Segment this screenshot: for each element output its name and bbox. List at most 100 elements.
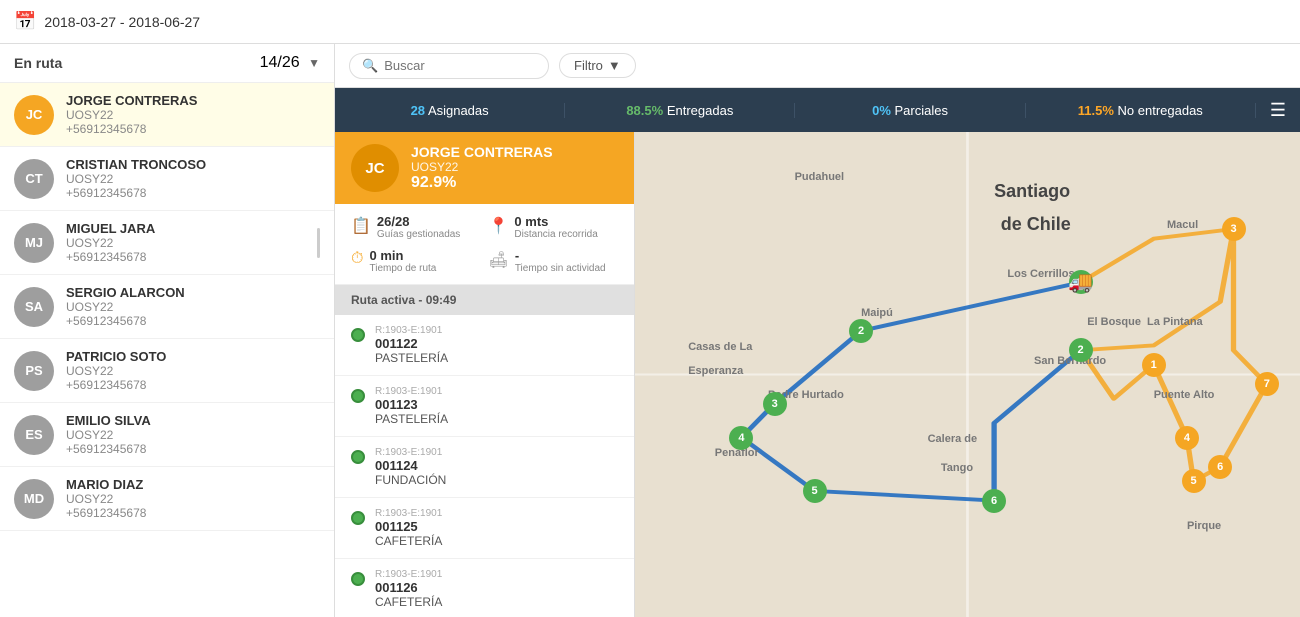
driver-code: UOSY22 [66,172,206,186]
map-marker-green[interactable]: 3 [763,392,787,416]
route-item[interactable]: R:1903-E:1901 001123 PASTELERÍA [335,376,634,437]
driver-list: JC JORGE CONTRERAS UOSY22 +56912345678 C… [0,83,334,617]
distance-value: 0 mts [514,214,597,229]
route-item[interactable]: R:1903-E:1901 001124 FUNDACIÓN [335,437,634,498]
guides-value: 26/28 [377,214,460,229]
detail-panel: JC JORGE CONTRERAS UOSY22 92.9% 📋 26/28 … [335,132,635,617]
map-marker-green[interactable]: 5 [803,479,827,503]
idle-label: Tiempo sin actividad [515,263,606,274]
time-icon: ⏱ [351,250,363,268]
map-marker-orange[interactable]: 6 [1208,455,1232,479]
driver-item[interactable]: CT CRISTIAN TRONCOSO UOSY22 +56912345678 [0,147,334,211]
avatar: SA [14,287,54,327]
driver-phone: +56912345678 [66,314,185,328]
idle-icon: 🛋 [489,250,509,270]
driver-name: EMILIO SILVA [66,413,151,428]
search-input-wrap[interactable]: 🔍 [349,53,549,79]
map-marker-orange[interactable]: 5 [1182,469,1206,493]
driver-item[interactable]: JC JORGE CONTRERAS UOSY22 +56912345678 [0,83,334,147]
route-num: 001124 [375,458,446,473]
menu-icon[interactable]: ☰ [1256,100,1300,121]
route-ref: R:1903-E:1901 [375,447,446,458]
driver-phone: +56912345678 [66,186,206,200]
search-icon: 🔍 [362,58,378,74]
filter-chevron-icon: ▼ [608,58,621,73]
stat-not-delivered: 11.5% No entregadas [1026,103,1256,118]
route-num: 001125 [375,519,442,534]
sidebar-title: En ruta [14,55,62,71]
driver-item[interactable]: SA SERGIO ALARCON UOSY22 +56912345678 [0,275,334,339]
driver-phone: +56912345678 [66,506,146,520]
chevron-down-icon[interactable]: ▼ [308,56,320,70]
date-range: 2018-03-27 - 2018-06-27 [44,14,200,30]
detail-driver-name: JORGE CONTRERAS [411,144,553,160]
route-list: R:1903-E:1901 001122 PASTELERÍA R:1903-E… [335,315,634,617]
detail-header: JC JORGE CONTRERAS UOSY22 92.9% [335,132,634,204]
map-marker-orange[interactable]: 7 [1255,372,1279,396]
stats-bar: 28 Asignadas 88.5% Entregadas 0% Parcial… [335,88,1300,132]
guides-icon: 📋 [351,216,371,236]
route-item[interactable]: R:1903-E:1901 001122 PASTELERÍA [335,315,634,376]
detail-avatar: JC [351,144,399,192]
detail-stats: 📋 26/28 Guías gestionadas 📍 0 mts Distan… [335,204,634,285]
route-header: Ruta activa - 09:49 [335,285,634,315]
route-type: PASTELERÍA [375,412,448,426]
map-marker-orange[interactable]: 3 [1222,217,1246,241]
search-input[interactable] [384,58,524,73]
driver-phone: +56912345678 [66,442,151,456]
right-panel: 🔍 Filtro ▼ 28 Asignadas 88.5% Entregadas… [335,44,1300,617]
detail-info: JORGE CONTRERAS UOSY22 92.9% [411,144,553,192]
route-item[interactable]: R:1903-E:1901 001125 CAFETERÍA [335,498,634,559]
map-marker-orange[interactable]: 4 [1175,426,1199,450]
time-value: 0 min [369,248,436,263]
route-num: 001126 [375,580,442,595]
avatar: ES [14,415,54,455]
stat-time: ⏱ 0 min Tiempo de ruta [351,248,481,274]
driver-phone: +56912345678 [66,122,197,136]
driver-phone: +56912345678 [66,378,166,392]
route-item[interactable]: R:1903-E:1901 001126 CAFETERÍA [335,559,634,617]
driver-item[interactable]: MD MARIO DIAZ UOSY22 +56912345678 [0,467,334,531]
map-marker-green[interactable]: 2 [849,319,873,343]
driver-code: UOSY22 [66,364,166,378]
map-marker-green[interactable]: 6 [982,489,1006,513]
route-type: PASTELERÍA [375,351,448,365]
filter-label: Filtro [574,58,603,73]
map-marker-orange[interactable]: 1 [1142,353,1166,377]
driver-name: PATRICIO SOTO [66,349,166,364]
stat-distance: 📍 0 mts Distancia recorrida [489,214,619,240]
not-delivered-label: No entregadas [1118,103,1203,118]
filter-button[interactable]: Filtro ▼ [559,53,636,78]
route-status-dot [351,572,365,586]
sidebar: En ruta 14/26 ▼ JC JORGE CONTRERAS UOSY2… [0,44,335,617]
calendar-icon: 📅 [14,11,36,32]
detail-percentage: 92.9% [411,174,553,192]
driver-item[interactable]: ES EMILIO SILVA UOSY22 +56912345678 [0,403,334,467]
driver-info: MARIO DIAZ UOSY22 +56912345678 [66,477,146,520]
route-status-dot [351,511,365,525]
map-svg [635,132,1300,617]
detail-driver-code: UOSY22 [411,160,553,174]
avatar: CT [14,159,54,199]
assigned-label: Asignadas [428,103,489,118]
map-marker-green[interactable]: 2 [1069,338,1093,362]
stat-guides: 📋 26/28 Guías gestionadas [351,214,481,240]
avatar: MD [14,479,54,519]
route-ref: R:1903-E:1901 [375,325,448,336]
driver-item[interactable]: PS PATRICIO SOTO UOSY22 +56912345678 [0,339,334,403]
delivered-value: 88.5% [626,103,663,118]
avatar: MJ [14,223,54,263]
driver-code: UOSY22 [66,492,146,506]
sidebar-count: 14/26 ▼ [260,54,320,72]
map-marker-green[interactable]: 4 [729,426,753,450]
map-area[interactable]: PudahuelSantiagode ChileLos CerrillosMai… [635,132,1300,617]
driver-item[interactable]: MJ MIGUEL JARA UOSY22 +56912345678 [0,211,334,275]
route-info: R:1903-E:1901 001124 FUNDACIÓN [375,447,446,487]
activity-indicator [317,228,320,258]
driver-name: SERGIO ALARCON [66,285,185,300]
partial-value: 0% [872,103,891,118]
stat-idle: 🛋 - Tiempo sin actividad [489,248,619,274]
driver-name: JORGE CONTRERAS [66,93,197,108]
route-info: R:1903-E:1901 001125 CAFETERÍA [375,508,442,548]
distance-icon: 📍 [489,216,509,236]
